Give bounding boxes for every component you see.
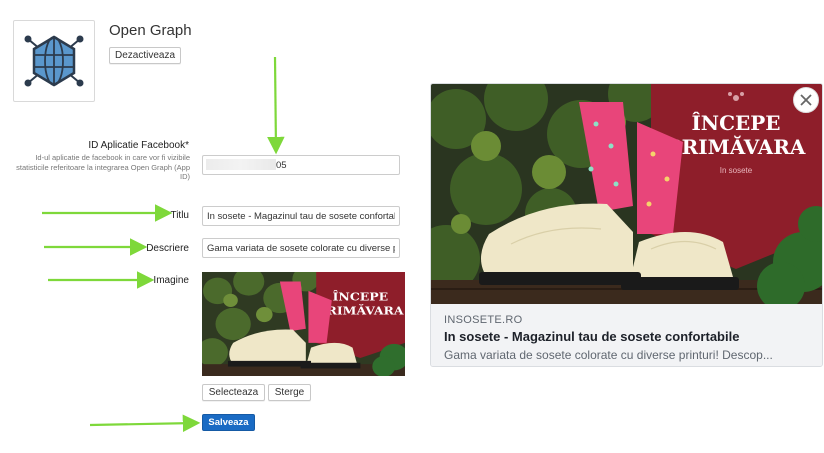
arrow-to-save: [89, 414, 201, 433]
share-preview-image: ÎNCEPE PRIMĂVARA In sosete: [431, 84, 822, 304]
banner-sub: In sosete: [720, 166, 753, 175]
close-preview-button[interactable]: [793, 87, 819, 113]
preview-domain: INSOSETE.RO: [444, 314, 523, 326]
preview-title: In sosete - Magazinul tau de sosete conf…: [444, 329, 740, 344]
banner-line2: PRIMĂVARA: [667, 134, 806, 159]
arrow-to-app-id: [267, 56, 285, 155]
share-preview-card: ÎNCEPE PRIMĂVARA In sosete INSOSETE.RO I…: [430, 83, 823, 367]
close-icon: [800, 94, 812, 106]
share-preview-meta: INSOSETE.RO In sosete - Magazinul tau de…: [431, 304, 822, 366]
banner-line1: ÎNCEPE: [691, 111, 780, 135]
preview-description: Gama variata de sosete colorate cu diver…: [444, 348, 773, 362]
